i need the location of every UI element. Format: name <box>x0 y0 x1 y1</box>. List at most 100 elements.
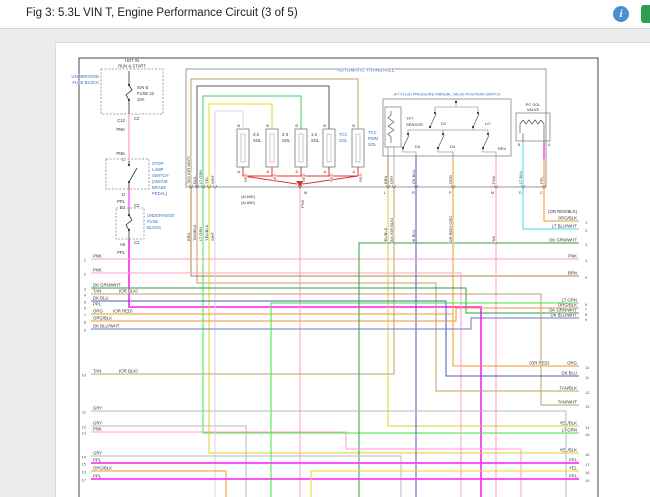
sol-2-3 <box>266 129 278 167</box>
diagram-label: D3 <box>415 144 421 149</box>
junction-dot <box>128 214 130 216</box>
junction-dot <box>402 147 404 149</box>
automatic-transaxle-box <box>186 69 546 187</box>
diagram-label: TAN (OR BLK) <box>389 217 394 244</box>
junction-dot <box>128 164 130 166</box>
diagram-label: VALVE <box>527 107 540 112</box>
diagram-label: PPL <box>117 199 126 204</box>
diagram-label: C1 <box>134 240 140 245</box>
left-wire-label-alt: (OR BLK) <box>119 369 138 374</box>
diagram-label: A <box>548 143 551 147</box>
diagram-label: SOL <box>311 138 320 143</box>
diagram-label: SOL <box>253 138 262 143</box>
diagram-label: REV <box>498 146 507 151</box>
wire-ppl-main <box>129 239 481 497</box>
left-wire-number: 1 <box>84 258 87 263</box>
junction-dot <box>128 181 130 183</box>
close-button[interactable] <box>641 5 650 23</box>
diagram-label: (OR RED) ORG <box>448 216 453 244</box>
wire <box>359 243 579 497</box>
diagram-label: LT BLU <box>518 171 523 184</box>
diagram-label: HOT IN <box>125 58 139 63</box>
diagram-label: ORG <box>448 175 453 184</box>
sol-1-2 <box>295 129 307 167</box>
diagram-label: PNK <box>491 175 496 184</box>
left-wire-label: PPL <box>93 458 102 463</box>
diagram-label: YEL/BLK <box>204 224 209 241</box>
left-wire-label: DK BLU/WHT <box>93 324 120 329</box>
diagram-label: BRN <box>383 175 388 184</box>
diagram-label: GRY <box>389 175 394 184</box>
wire <box>388 111 394 143</box>
diagram-label: YEL <box>204 176 209 184</box>
diagram-label: D <box>122 192 125 197</box>
left-wire-label: TAN <box>93 369 101 374</box>
junction-dot <box>434 112 436 114</box>
diagram-svg[interactable]: HOT INRUN & STARTUNDERHOODFUSE BLOCKIGN … <box>56 43 650 497</box>
diagram-label: A <box>237 169 240 174</box>
left-wire-label: ORG <box>93 309 103 314</box>
right-wire-number: 3 <box>585 242 588 247</box>
left-wire-label: DK GRN/WHT <box>93 283 121 288</box>
diagram-label: SENSOR <box>406 122 423 127</box>
wire <box>197 86 329 187</box>
right-wire-number: 10 <box>585 365 590 370</box>
left-wire-number: 13 <box>82 431 87 436</box>
right-wire-label: ORG/BLK <box>558 216 577 221</box>
diagram-label: 2-3 <box>282 132 289 137</box>
diagram-label: UNDERHOOD <box>72 74 99 79</box>
stop-lamp-switch-box <box>106 159 149 189</box>
right-wire-label: DK BLU/WHT <box>551 313 578 318</box>
junction-dot <box>407 133 409 135</box>
left-wire-label: PNK <box>93 254 102 259</box>
left-wire-label: ORG/BLK <box>93 466 112 471</box>
right-wire-number: 5 <box>585 275 588 280</box>
left-wire-number: 10 <box>82 373 87 378</box>
diagram-label: A/T FLUID PRESSURE MANUAL VALVE POSITION… <box>393 92 500 97</box>
right-wire-label: BRN <box>568 271 577 276</box>
diagram-label: B <box>237 123 240 128</box>
wire <box>430 114 436 127</box>
diagram-label: UNDERHOOD <box>147 213 174 218</box>
right-wire-number: 13 <box>585 404 590 409</box>
right-wire-label: ORG <box>567 361 577 366</box>
diagram-label: C <box>540 191 543 195</box>
left-wire-label: PNK <box>93 427 102 432</box>
pc-sol-valve-box <box>516 113 550 141</box>
junction-dot <box>472 126 474 128</box>
right-wire-number: 14 <box>585 425 590 430</box>
diagram-label: PPL <box>117 250 126 255</box>
wire <box>311 471 579 497</box>
left-wire-number: 11 <box>82 410 87 415</box>
wire <box>91 411 566 497</box>
diagram-label: B <box>518 143 521 147</box>
left-wire-label: PPL <box>93 474 102 479</box>
left-wire-number: 9 <box>84 328 87 333</box>
wire <box>243 176 297 184</box>
diagram-label: M <box>491 191 494 195</box>
left-wire-label-alt: (OR BLK) <box>119 289 138 294</box>
diagram-label: PNK <box>300 199 305 208</box>
junction-dot <box>477 112 479 114</box>
diagram-label: P <box>449 191 452 195</box>
diagram-label: DK BLU <box>411 229 416 244</box>
junction-dot <box>487 133 489 135</box>
diagram-label: PEDAL) <box>152 191 168 196</box>
wire <box>403 148 416 156</box>
right-wire-number: 11 <box>585 375 590 380</box>
diagram-label: (ABOVE <box>152 179 168 184</box>
junction-dot <box>442 133 444 135</box>
right-wire-label: TAN/WHT <box>558 400 578 405</box>
diagram-label: TAN (OR WHT) <box>186 156 191 184</box>
right-wire-number: 16 <box>585 452 590 457</box>
diagram-canvas[interactable]: HOT INRUN & STARTUNDERHOODFUSE BLOCKIGN … <box>55 42 650 497</box>
right-wire-label: PPL <box>569 474 578 479</box>
diagram-label: YEL/BLK <box>383 227 388 244</box>
right-wire-number: 19 <box>585 478 590 483</box>
left-wire-label: DK BLU <box>93 296 109 301</box>
left-wire-label: GRY <box>93 451 102 456</box>
diagram-label: STOP- <box>152 161 165 166</box>
diagram-label: BRAKE <box>152 185 166 190</box>
diagram-label: SOL <box>339 138 348 143</box>
info-icon[interactable]: i <box>613 6 629 22</box>
